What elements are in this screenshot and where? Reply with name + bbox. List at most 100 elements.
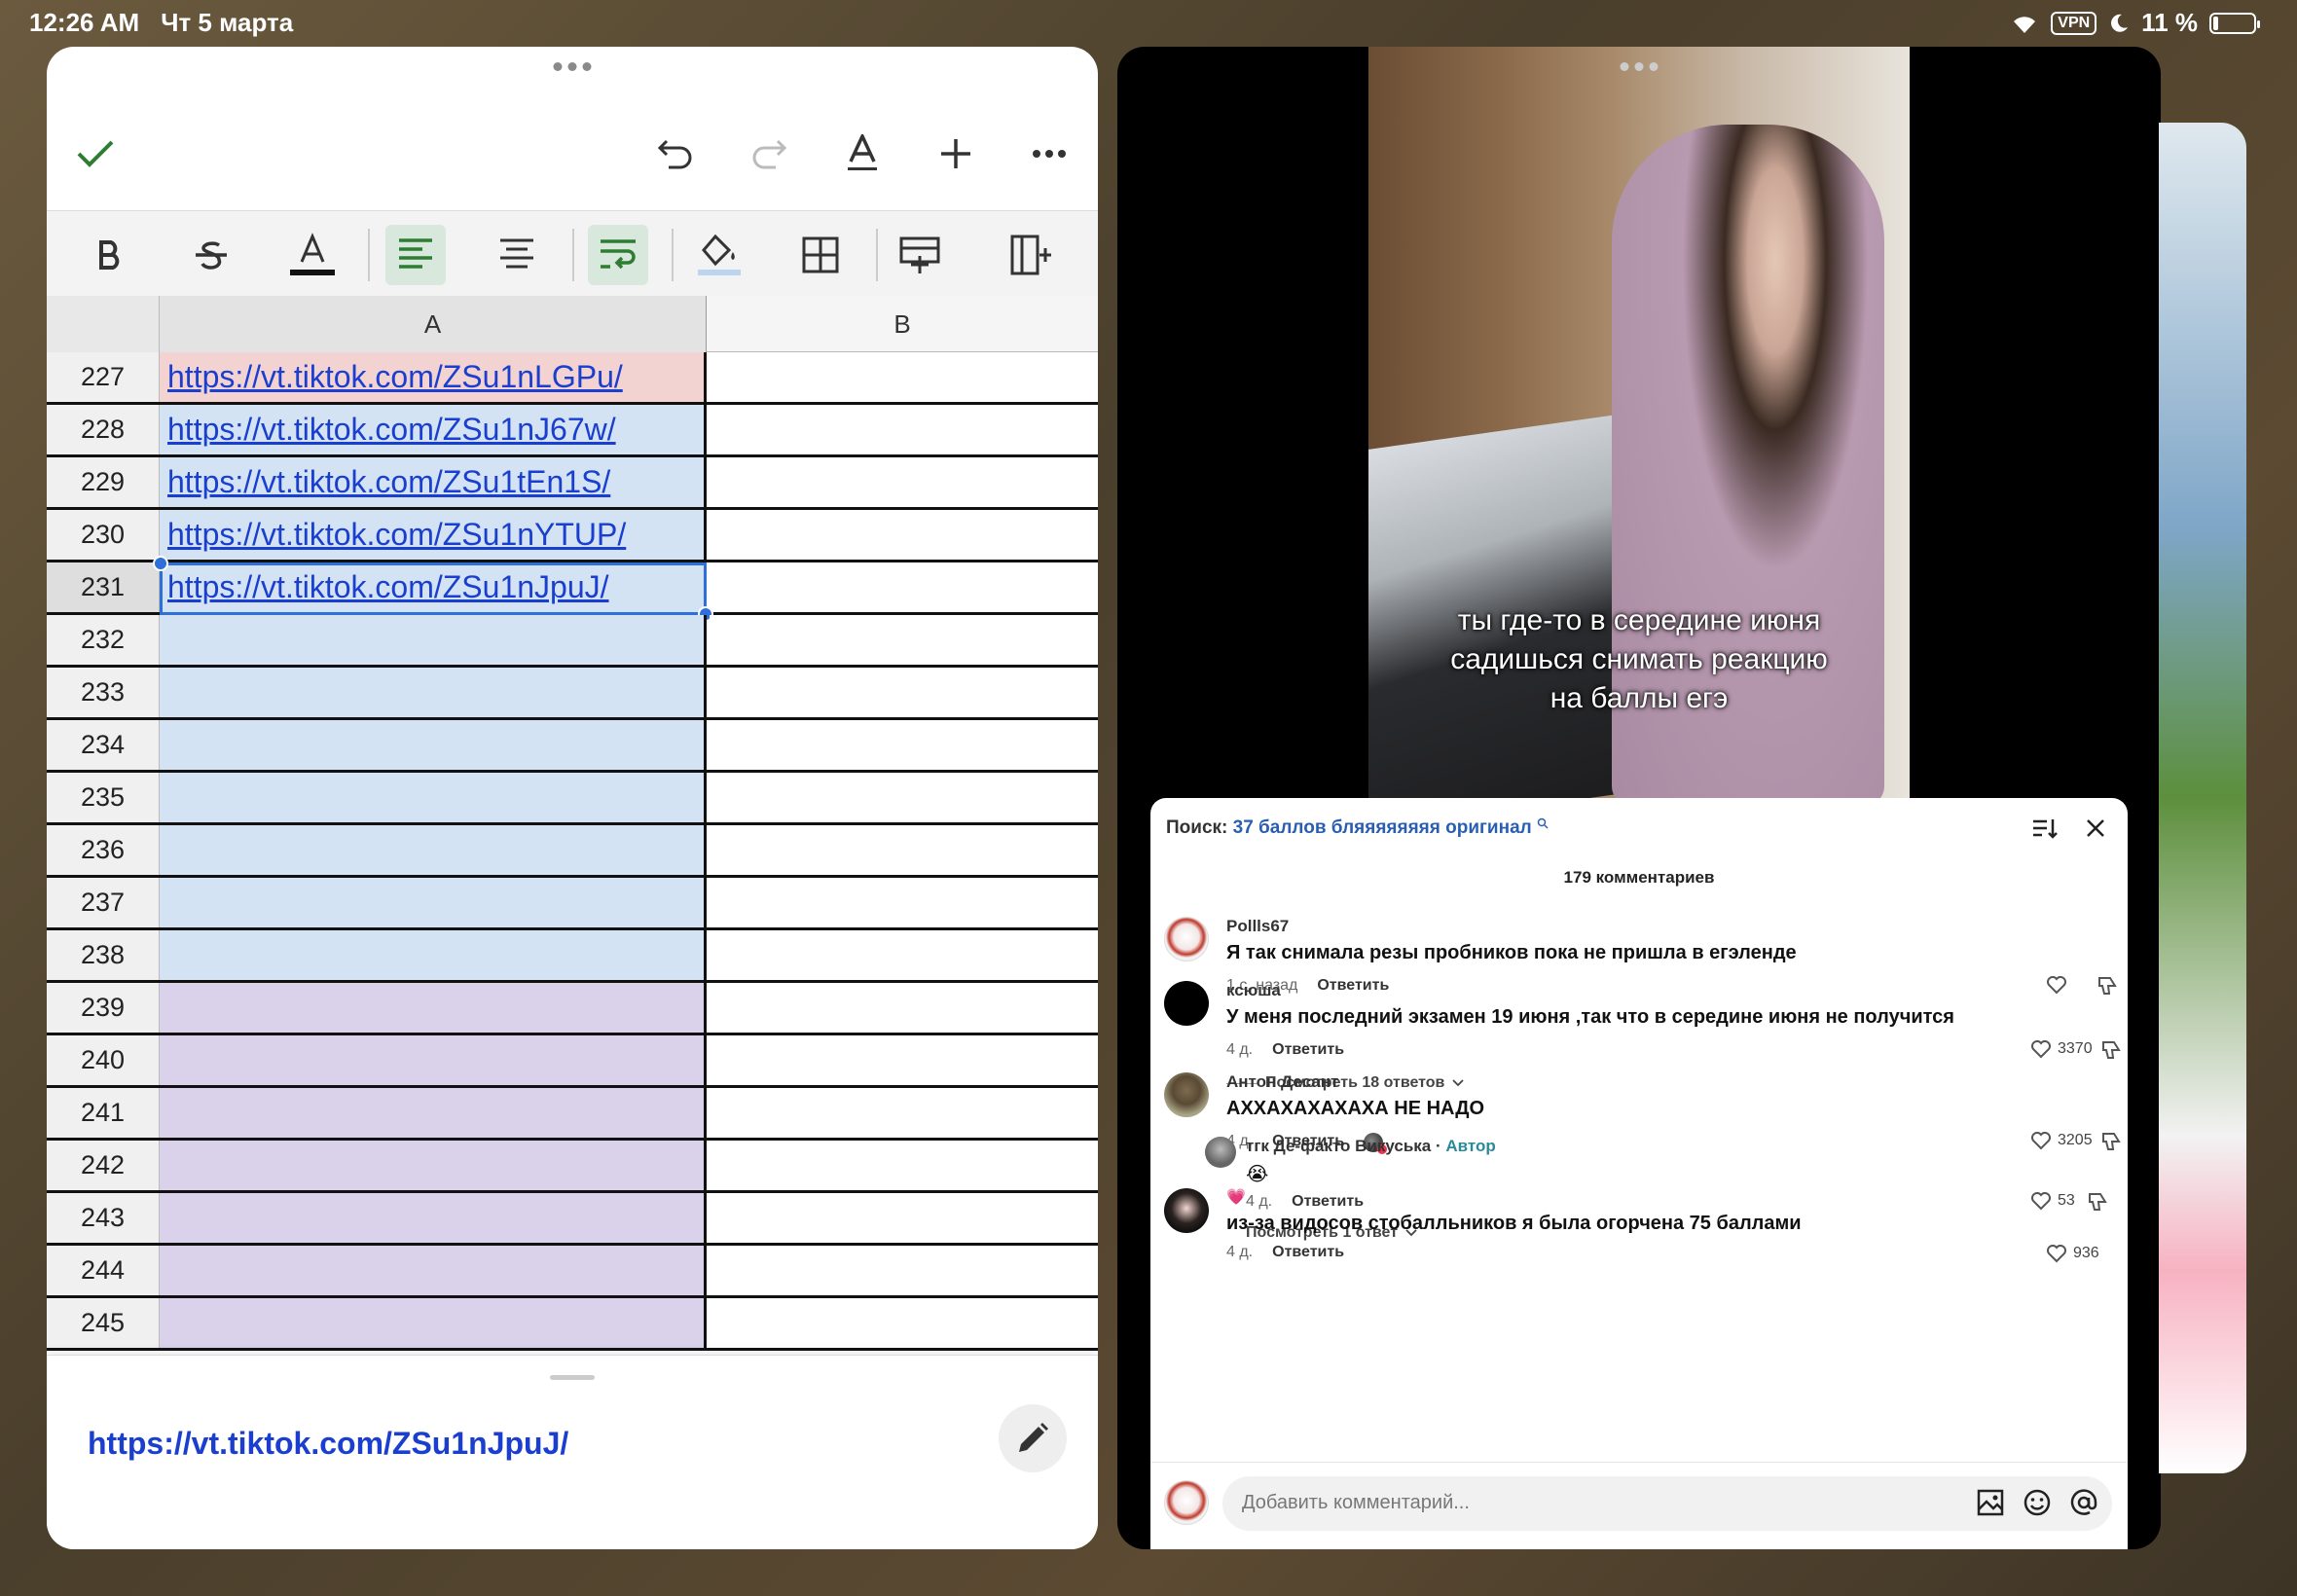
cell-b[interactable] bbox=[710, 773, 1098, 822]
done-checkmark-button[interactable] bbox=[68, 127, 123, 181]
cell-link[interactable]: https://vt.tiktok.com/ZSu1nJ67w/ bbox=[167, 412, 616, 448]
mention-icon[interactable] bbox=[2069, 1488, 2098, 1517]
row-number[interactable]: 241 bbox=[47, 1088, 160, 1138]
insert-column-button[interactable] bbox=[1001, 225, 1061, 285]
row-number[interactable]: 244 bbox=[47, 1246, 160, 1295]
text-color-button[interactable] bbox=[282, 225, 343, 285]
window-grabber[interactable] bbox=[553, 62, 592, 71]
cell-b[interactable] bbox=[710, 615, 1098, 665]
cell-b[interactable] bbox=[710, 562, 1098, 612]
select-all-corner[interactable] bbox=[47, 296, 160, 352]
row-number[interactable]: 229 bbox=[47, 457, 160, 507]
cell-b[interactable] bbox=[710, 405, 1098, 454]
comment-user[interactable]: Антон Десант bbox=[1226, 1072, 1338, 1092]
formula-bar-grabber[interactable] bbox=[550, 1375, 595, 1380]
cell-a[interactable] bbox=[160, 1246, 707, 1295]
cell-a[interactable]: https://vt.tiktok.com/ZSu1nJ67w/ bbox=[160, 405, 707, 454]
row-number[interactable]: 233 bbox=[47, 668, 160, 717]
reply-button[interactable]: Ответить bbox=[1272, 1041, 1344, 1059]
row-number[interactable]: 230 bbox=[47, 510, 160, 560]
cell-a[interactable] bbox=[160, 1298, 707, 1348]
cell-b[interactable] bbox=[710, 457, 1098, 507]
more-button[interactable] bbox=[1022, 127, 1076, 181]
search-query[interactable]: 37 баллов бляяяяяяяя оригинал bbox=[1233, 817, 1532, 838]
row-number[interactable]: 245 bbox=[47, 1298, 160, 1348]
cell-b[interactable] bbox=[710, 1298, 1098, 1348]
formula-content[interactable]: https://vt.tiktok.com/ZSu1nJpuJ/ bbox=[88, 1426, 568, 1462]
cell-b[interactable] bbox=[710, 668, 1098, 717]
cell-b[interactable] bbox=[710, 1141, 1098, 1190]
cell-b[interactable] bbox=[710, 1035, 1098, 1085]
row-number[interactable]: 234 bbox=[47, 720, 160, 770]
row-number[interactable]: 240 bbox=[47, 1035, 160, 1085]
comment-user[interactable]: тгк Де-факто Викуська bbox=[1246, 1137, 1431, 1155]
cell-a[interactable]: https://vt.tiktok.com/ZSu1nYTUP/ bbox=[160, 510, 707, 560]
row-number[interactable]: 235 bbox=[47, 773, 160, 822]
row-number[interactable]: 239 bbox=[47, 983, 160, 1033]
row-number[interactable]: 232 bbox=[47, 615, 160, 665]
add-button[interactable] bbox=[929, 127, 983, 181]
comment-input[interactable]: Добавить комментарий... bbox=[1222, 1476, 2112, 1531]
cell-b[interactable] bbox=[710, 1193, 1098, 1243]
cell-a[interactable] bbox=[160, 930, 707, 980]
cell-link[interactable]: https://vt.tiktok.com/ZSu1tEn1S/ bbox=[167, 464, 610, 500]
strikethrough-button[interactable] bbox=[181, 225, 241, 285]
row-number[interactable]: 238 bbox=[47, 930, 160, 980]
borders-button[interactable] bbox=[790, 225, 851, 285]
image-icon[interactable] bbox=[1976, 1488, 2005, 1517]
text-format-button[interactable] bbox=[835, 127, 890, 181]
comment-user[interactable]: ксюша bbox=[1226, 981, 1281, 1000]
avatar[interactable] bbox=[1164, 917, 1209, 961]
close-comments-button[interactable] bbox=[2081, 814, 2110, 843]
comment-user[interactable]: Pollls67 bbox=[1226, 917, 1289, 936]
column-header-a[interactable]: A bbox=[160, 296, 707, 352]
row-number[interactable]: 231 bbox=[47, 562, 160, 612]
edit-cell-button[interactable] bbox=[999, 1404, 1067, 1472]
cell-a[interactable] bbox=[160, 1035, 707, 1085]
row-number[interactable]: 237 bbox=[47, 878, 160, 927]
cell-link[interactable]: https://vt.tiktok.com/ZSu1nYTUP/ bbox=[167, 517, 626, 553]
sheet-grid[interactable]: A B 227 https://vt.tiktok.com/ZSu1nLGPu/2… bbox=[47, 296, 1098, 1355]
cell-a[interactable] bbox=[160, 1141, 707, 1190]
fill-color-button[interactable] bbox=[689, 225, 749, 285]
cell-a[interactable] bbox=[160, 1088, 707, 1138]
cell-a[interactable] bbox=[160, 1193, 707, 1243]
cell-a[interactable]: https://vt.tiktok.com/ZSu1tEn1S/ bbox=[160, 457, 707, 507]
sort-comments-button[interactable] bbox=[2030, 814, 2060, 843]
avatar[interactable] bbox=[1205, 1137, 1236, 1168]
cell-a[interactable]: https://vt.tiktok.com/ZSu1nLGPu/ bbox=[160, 352, 707, 402]
align-left-button[interactable] bbox=[385, 225, 446, 285]
cell-b[interactable] bbox=[710, 983, 1098, 1033]
cell-link[interactable]: https://vt.tiktok.com/ZSu1nLGPu/ bbox=[167, 359, 623, 395]
align-center-button[interactable] bbox=[487, 225, 547, 285]
cell-a[interactable] bbox=[160, 668, 707, 717]
avatar[interactable] bbox=[1164, 981, 1209, 1026]
bold-button[interactable] bbox=[80, 225, 140, 285]
comments-search[interactable]: Поиск: 37 баллов бляяяяяяяя оригинал bbox=[1166, 817, 1549, 839]
row-number[interactable]: 242 bbox=[47, 1141, 160, 1190]
row-number[interactable]: 243 bbox=[47, 1193, 160, 1243]
cell-a[interactable] bbox=[160, 773, 707, 822]
cell-a[interactable] bbox=[160, 878, 707, 927]
cell-b[interactable] bbox=[710, 825, 1098, 875]
cell-a[interactable] bbox=[160, 720, 707, 770]
cell-b[interactable] bbox=[710, 720, 1098, 770]
cell-link[interactable]: https://vt.tiktok.com/ZSu1nJpuJ/ bbox=[167, 569, 609, 605]
avatar[interactable] bbox=[1164, 1188, 1209, 1233]
cell-a[interactable] bbox=[160, 825, 707, 875]
dislike-button[interactable] bbox=[2100, 1039, 2122, 1066]
column-header-b[interactable]: B bbox=[707, 296, 1098, 352]
cell-a[interactable] bbox=[160, 615, 707, 665]
background-app-peek[interactable] bbox=[2159, 123, 2246, 1473]
cell-a[interactable]: https://vt.tiktok.com/ZSu1nJpuJ/ bbox=[160, 562, 707, 612]
insert-row-button[interactable] bbox=[890, 225, 950, 285]
emoji-icon[interactable] bbox=[2023, 1488, 2052, 1517]
cell-b[interactable] bbox=[710, 878, 1098, 927]
redo-button[interactable] bbox=[742, 127, 796, 181]
cell-b[interactable] bbox=[710, 352, 1098, 402]
cell-b[interactable] bbox=[710, 930, 1098, 980]
row-number[interactable]: 228 bbox=[47, 405, 160, 454]
cell-b[interactable] bbox=[710, 1088, 1098, 1138]
window-grabber-right[interactable] bbox=[1620, 62, 1659, 71]
row-number[interactable]: 227 bbox=[47, 352, 160, 402]
